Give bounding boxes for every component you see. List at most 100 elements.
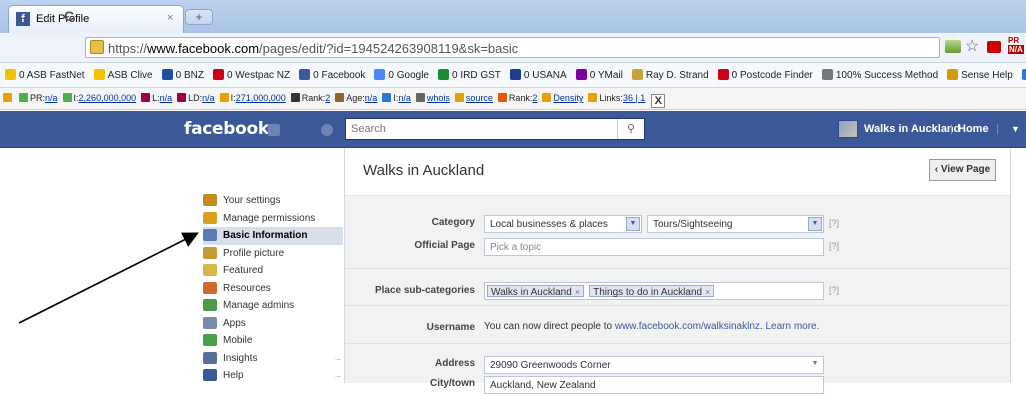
bookmark-item[interactable]: 0 BNZ bbox=[161, 69, 204, 81]
back-icon[interactable]: ← bbox=[14, 8, 29, 25]
token-remove-icon[interactable]: × bbox=[705, 287, 710, 297]
seo-metric[interactable]: Density bbox=[542, 93, 583, 103]
bookmark-star-icon[interactable]: ☆ bbox=[965, 36, 979, 56]
subcategory-select[interactable]: Tours/Sightseeing ▼ bbox=[647, 215, 824, 233]
sidebar-item-manage-permissions[interactable]: Manage permissions bbox=[203, 210, 343, 228]
place-help-link[interactable]: [?] bbox=[829, 285, 839, 295]
bookmark-favicon-icon bbox=[821, 69, 833, 80]
tab-close-icon[interactable]: × bbox=[167, 12, 173, 24]
sidebar-item-label: Help bbox=[223, 370, 244, 381]
bookmark-favicon-icon bbox=[1021, 69, 1026, 80]
profile-picture-icon bbox=[203, 246, 217, 259]
official-page-input[interactable]: Pick a topic bbox=[484, 238, 824, 256]
bookmark-item[interactable]: 0 Postcode Finder bbox=[717, 69, 813, 81]
seo-metric[interactable]: Links:36 | 1 bbox=[588, 93, 645, 103]
seo-metric-icon bbox=[588, 93, 598, 102]
search-icon[interactable]: ⚲ bbox=[617, 119, 644, 139]
reload-icon[interactable]: C bbox=[64, 8, 74, 24]
official-page-help-link[interactable]: [?] bbox=[829, 241, 839, 251]
search-input[interactable]: Search ⚲ bbox=[345, 118, 645, 140]
account-menu-chevron-icon[interactable]: ▼ bbox=[1011, 124, 1020, 134]
address-label: Address bbox=[434, 358, 475, 369]
category-help-link[interactable]: [?] bbox=[829, 218, 839, 228]
basic-information-icon bbox=[203, 229, 217, 241]
bookmark-favicon-icon bbox=[631, 69, 643, 80]
pagerank-badge[interactable]: PR N/A bbox=[1008, 36, 1024, 54]
bookmark-item[interactable]: Ray D. Strand bbox=[631, 69, 709, 81]
featured-icon bbox=[203, 264, 217, 276]
seo-metric[interactable]: I:2,260,000,000 bbox=[62, 93, 136, 103]
sidebar-item-basic-information[interactable]: Basic Information bbox=[203, 227, 343, 245]
new-tab-button[interactable]: + bbox=[185, 9, 213, 25]
seo-metric[interactable]: PR:n/a bbox=[19, 93, 58, 103]
facebook-logo[interactable]: facebook bbox=[184, 119, 269, 139]
view-page-button[interactable]: ‹ View Page bbox=[929, 159, 996, 181]
forward-icon[interactable]: → bbox=[38, 8, 53, 25]
bookmark-item[interactable]: 0 USANA bbox=[509, 69, 567, 81]
sidebar-item-mobile[interactable]: Mobile bbox=[203, 332, 343, 350]
bookmark-item[interactable]: Sense Help bbox=[947, 69, 1013, 81]
bookmark-item[interactable]: ASB Clive bbox=[93, 69, 153, 81]
sidebar-item-profile-picture[interactable]: Profile picture bbox=[203, 245, 343, 263]
username-url-link[interactable]: www.facebook.com/walksinaklnz bbox=[615, 321, 760, 332]
bookmark-favicon-icon bbox=[437, 69, 449, 80]
bookmark-item[interactable]: 0 Facebook bbox=[299, 69, 365, 81]
seo-close-button[interactable]: X bbox=[651, 94, 666, 108]
bookmark-favicon-icon bbox=[509, 69, 521, 80]
extension-icon[interactable] bbox=[945, 40, 961, 53]
place-token[interactable]: Things to do in Auckland × bbox=[589, 285, 715, 298]
category-select[interactable]: Local businesses & places ▼ bbox=[484, 215, 642, 233]
notifications-globe-icon[interactable] bbox=[321, 124, 333, 136]
sidebar-item-resources[interactable]: Resources bbox=[203, 280, 343, 298]
address-bar[interactable]: https://www.facebook.com/pages/edit/?id=… bbox=[85, 37, 940, 58]
bookmark-item[interactable]: 100% Success Method bbox=[821, 69, 938, 81]
bookmark-favicon-icon bbox=[374, 69, 386, 80]
seo-metric[interactable]: Rank:2 bbox=[497, 93, 537, 103]
form-divider bbox=[345, 343, 1010, 344]
seo-metric[interactable]: L:n/a bbox=[141, 93, 172, 103]
seo-metric[interactable]: Rank:2 bbox=[290, 93, 330, 103]
bookmark-item[interactable]: 0 Westpac NZ bbox=[212, 69, 290, 81]
browser-tab[interactable]: f Edit Profile × bbox=[8, 5, 184, 33]
seo-metric[interactable]: source bbox=[454, 93, 493, 103]
place-token[interactable]: Walks in Auckland × bbox=[487, 285, 585, 298]
mobile-icon bbox=[203, 334, 217, 346]
learn-more-link[interactable]: Learn more. bbox=[765, 321, 819, 332]
sidebar-item-your-settings[interactable]: Your settings bbox=[203, 192, 343, 210]
seo-metric[interactable]: whois bbox=[415, 93, 450, 103]
extension-tool-icon[interactable] bbox=[987, 41, 1001, 53]
seo-settings-icon[interactable] bbox=[3, 93, 14, 103]
sidebar-item-insights[interactable]: Insights → bbox=[203, 350, 343, 368]
friend-requests-icon[interactable] bbox=[268, 124, 280, 136]
sidebar-item-label: Your settings bbox=[223, 195, 281, 206]
seo-metric[interactable]: LD:n/a bbox=[177, 93, 215, 103]
sidebar-item-help[interactable]: Help → bbox=[203, 367, 343, 385]
url-text: https://www.facebook.com/pages/edit/?id=… bbox=[108, 41, 519, 56]
home-link[interactable]: Home bbox=[958, 123, 989, 135]
seo-metric[interactable]: I:n/a bbox=[382, 93, 411, 103]
address-input[interactable]: 29090 Greenwoods Corner ▼ bbox=[484, 356, 824, 374]
seo-metric[interactable]: I:271,000,000 bbox=[219, 93, 286, 103]
place-subcategories-input[interactable]: Walks in Auckland × Things to do in Auckl… bbox=[484, 282, 824, 300]
bookmark-item[interactable]: 0 IRD GST bbox=[437, 69, 501, 81]
seo-metric-icon bbox=[141, 93, 151, 102]
seo-metric[interactable]: Age:n/a bbox=[335, 93, 377, 103]
sidebar-item-apps[interactable]: Apps bbox=[203, 315, 343, 333]
bookmark-item[interactable]: 0 Google bbox=[374, 69, 429, 81]
username-label: Username bbox=[426, 322, 475, 333]
city-input[interactable]: Auckland, New Zealand bbox=[484, 376, 824, 394]
seo-toolbar: PR:n/a I:2,260,000,000 L:n/a LD:n/a I:271,00… bbox=[0, 88, 1026, 110]
bookmark-item[interactable]: 0 YMail bbox=[575, 69, 623, 81]
sidebar-item-manage-admins[interactable]: Manage admins bbox=[203, 297, 343, 315]
seo-metric-icon bbox=[382, 93, 392, 102]
seo-metric-icon bbox=[177, 93, 187, 102]
seo-metric-icon bbox=[454, 93, 464, 102]
bookmark-item[interactable]: Br bbox=[1021, 69, 1026, 81]
sidebar-item-featured[interactable]: Featured bbox=[203, 262, 343, 280]
token-remove-icon[interactable]: × bbox=[575, 287, 580, 297]
profile-name-link[interactable]: Walks in Auckland bbox=[864, 123, 960, 135]
profile-avatar[interactable] bbox=[838, 120, 858, 138]
seo-metric-icon bbox=[542, 93, 552, 102]
bookmark-item[interactable]: 0 ASB FastNet bbox=[5, 69, 85, 81]
bookmark-favicon-icon bbox=[575, 69, 587, 80]
